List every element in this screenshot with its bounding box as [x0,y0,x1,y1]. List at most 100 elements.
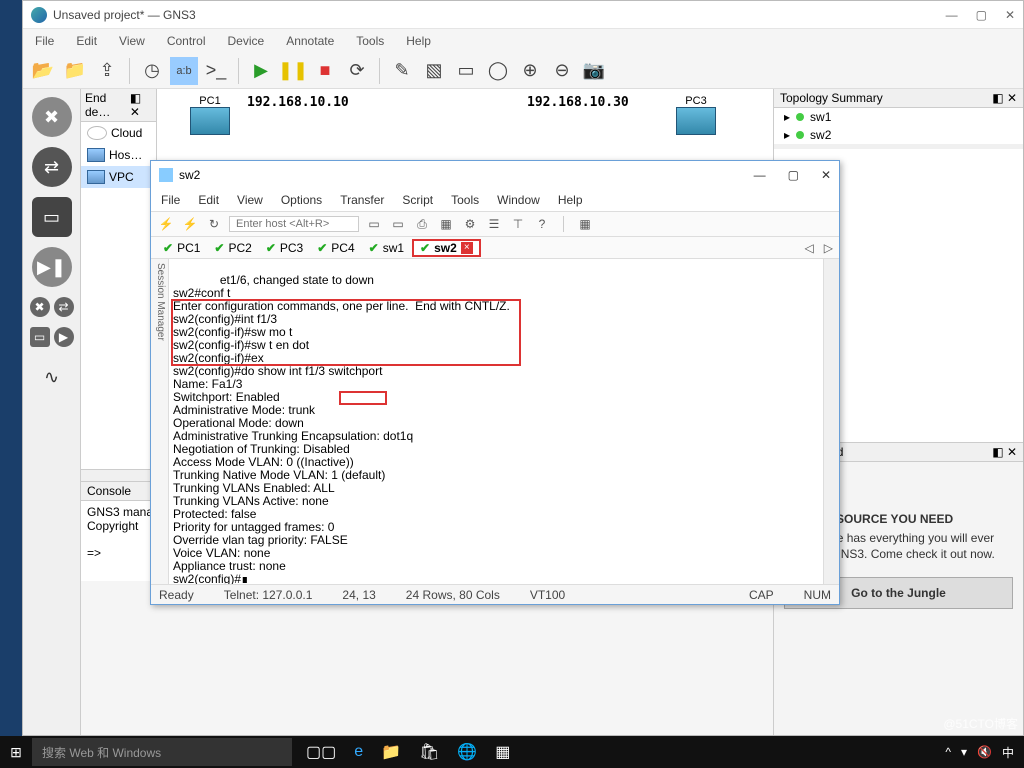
tool3-icon[interactable]: ⎙ [413,215,431,233]
misc2-icon[interactable]: ⇄ [54,297,74,317]
stop-icon[interactable]: ■ [311,57,339,85]
taskview-icon[interactable]: ▢▢ [306,742,336,762]
app2-icon[interactable]: ▦ [495,742,510,762]
tab-pc3[interactable]: ✔PC3 [260,241,309,255]
router-category-icon[interactable]: ✖ [32,97,72,137]
tray-up-icon[interactable]: ^ [945,745,951,759]
help-icon[interactable]: ? [533,215,551,233]
topo-item-sw1[interactable]: ▸sw1 [774,108,1023,126]
tab-pc4[interactable]: ✔PC4 [311,241,360,255]
tool2-icon[interactable]: ▭ [389,215,407,233]
tab-pc2[interactable]: ✔PC2 [208,241,257,255]
session-manager[interactable]: Session Manager [151,259,169,584]
term-maximize-button[interactable]: ▢ [788,168,799,182]
node-pc3[interactable]: PC3 [673,93,719,135]
tab-sw2[interactable]: ✔sw2× [412,239,481,257]
abc-icon[interactable]: a:b [170,57,198,85]
tab-sw1[interactable]: ✔sw1 [363,241,410,255]
pause-icon[interactable]: ❚❚ [279,57,307,85]
zoom-in-icon[interactable]: ⊕ [516,57,544,85]
watermark: @51CTO博客 [943,715,1018,732]
tray-net-icon[interactable]: ▾ [961,745,967,759]
tmenu-options[interactable]: Options [281,193,322,207]
tmenu-tools[interactable]: Tools [451,193,479,207]
tmenu-file[interactable]: File [161,193,180,207]
tmenu-transfer[interactable]: Transfer [340,193,384,207]
tray-ime-icon[interactable]: 中 [1002,744,1014,761]
device-cloud[interactable]: Cloud [81,122,156,144]
gns3-titlebar[interactable]: Unsaved project* — GNS3 — ▢ ✕ [23,1,1023,29]
tmenu-edit[interactable]: Edit [198,193,219,207]
edit-icon[interactable]: ✎ [388,57,416,85]
device-host[interactable]: Hos… [81,144,156,166]
rect-icon[interactable]: ▭ [452,57,480,85]
terminal-toolbar: ⚡ ⚡ ↻ ▭ ▭ ⎙ ▦ ⚙ ☰ ⊤ ? ▦ [151,211,839,237]
tab-close-icon[interactable]: × [461,242,473,254]
menu-device[interactable]: Device [228,34,265,48]
maximize-button[interactable]: ▢ [976,8,987,22]
start-button[interactable]: ⊞ [0,736,32,768]
tool5-icon[interactable]: ☰ [485,215,503,233]
zoom-out-icon[interactable]: ⊖ [548,57,576,85]
tmenu-window[interactable]: Window [497,193,540,207]
screenshot-icon[interactable]: 📷 [580,57,608,85]
label-ip1: 192.168.10.10 [247,95,349,110]
misc4-icon[interactable]: ▶ [54,327,74,347]
tool6-icon[interactable]: ⊤ [509,215,527,233]
minimize-button[interactable]: — [946,8,958,22]
connect-icon[interactable]: ⚡ [157,215,175,233]
close-button[interactable]: ✕ [1005,8,1015,22]
misc3-icon[interactable]: ▭ [30,327,50,347]
menu-tools[interactable]: Tools [356,34,384,48]
store-icon[interactable]: 🛍 [419,742,439,762]
tool7-icon[interactable]: ▦ [576,215,594,233]
clock-icon[interactable]: ◷ [138,57,166,85]
menu-file[interactable]: File [35,34,54,48]
play-icon[interactable]: ▶ [247,57,275,85]
topo-item-sw2[interactable]: ▸sw2 [774,126,1023,144]
tab-prev-icon[interactable]: ◁ [805,241,814,255]
tmenu-help[interactable]: Help [558,193,583,207]
tray-vol-icon[interactable]: 🔇 [977,745,992,759]
image-icon[interactable]: ▧ [420,57,448,85]
disconnect-icon[interactable]: ⚡ [181,215,199,233]
menu-view[interactable]: View [119,34,145,48]
reconnect-icon[interactable]: ↻ [205,215,223,233]
term-minimize-button[interactable]: — [754,168,766,182]
tab-pc1[interactable]: ✔PC1 [157,241,206,255]
enddevice-category-icon[interactable]: ▭ [32,197,72,237]
terminal-console[interactable]: et1/6, changed state to down sw2#conf t … [169,259,823,584]
explorer-icon[interactable]: 📁 [381,742,401,762]
node-pc1[interactable]: PC1 [187,93,233,135]
term-close-button[interactable]: ✕ [821,168,831,182]
settings-icon[interactable]: ⚙ [461,215,479,233]
menu-help[interactable]: Help [406,34,431,48]
device-vpcs[interactable]: VPC [81,166,156,188]
menu-annotate[interactable]: Annotate [286,34,334,48]
label-ip2: 192.168.10.30 [527,95,629,110]
terminal-titlebar[interactable]: sw2 — ▢ ✕ [151,161,839,189]
security-category-icon[interactable]: ▶❚ [32,247,72,287]
terminal-scrollbar[interactable] [823,259,839,584]
open2-icon[interactable]: 📁 [61,57,89,85]
misc1-icon[interactable]: ✖ [30,297,50,317]
menu-control[interactable]: Control [167,34,206,48]
open-icon[interactable]: 📂 [29,57,57,85]
ellipse-icon[interactable]: ◯ [484,57,512,85]
tmenu-script[interactable]: Script [402,193,433,207]
console-icon[interactable]: >_ [202,57,230,85]
host-input[interactable] [229,216,359,232]
windows-search[interactable]: 搜索 Web 和 Windows [32,738,292,766]
export-icon[interactable]: ⇪ [93,57,121,85]
tab-next-icon[interactable]: ▷ [824,241,833,255]
cable-icon[interactable]: ∿ [32,357,72,397]
edge-icon[interactable]: e [354,743,363,761]
tool4-icon[interactable]: ▦ [437,215,455,233]
reload-icon[interactable]: ⟳ [343,57,371,85]
tmenu-view[interactable]: View [237,193,263,207]
app1-icon[interactable]: 🌐 [457,742,477,762]
switch-category-icon[interactable]: ⇄ [32,147,72,187]
menu-edit[interactable]: Edit [76,34,97,48]
tool1-icon[interactable]: ▭ [365,215,383,233]
gns3-app-icon [31,7,47,23]
